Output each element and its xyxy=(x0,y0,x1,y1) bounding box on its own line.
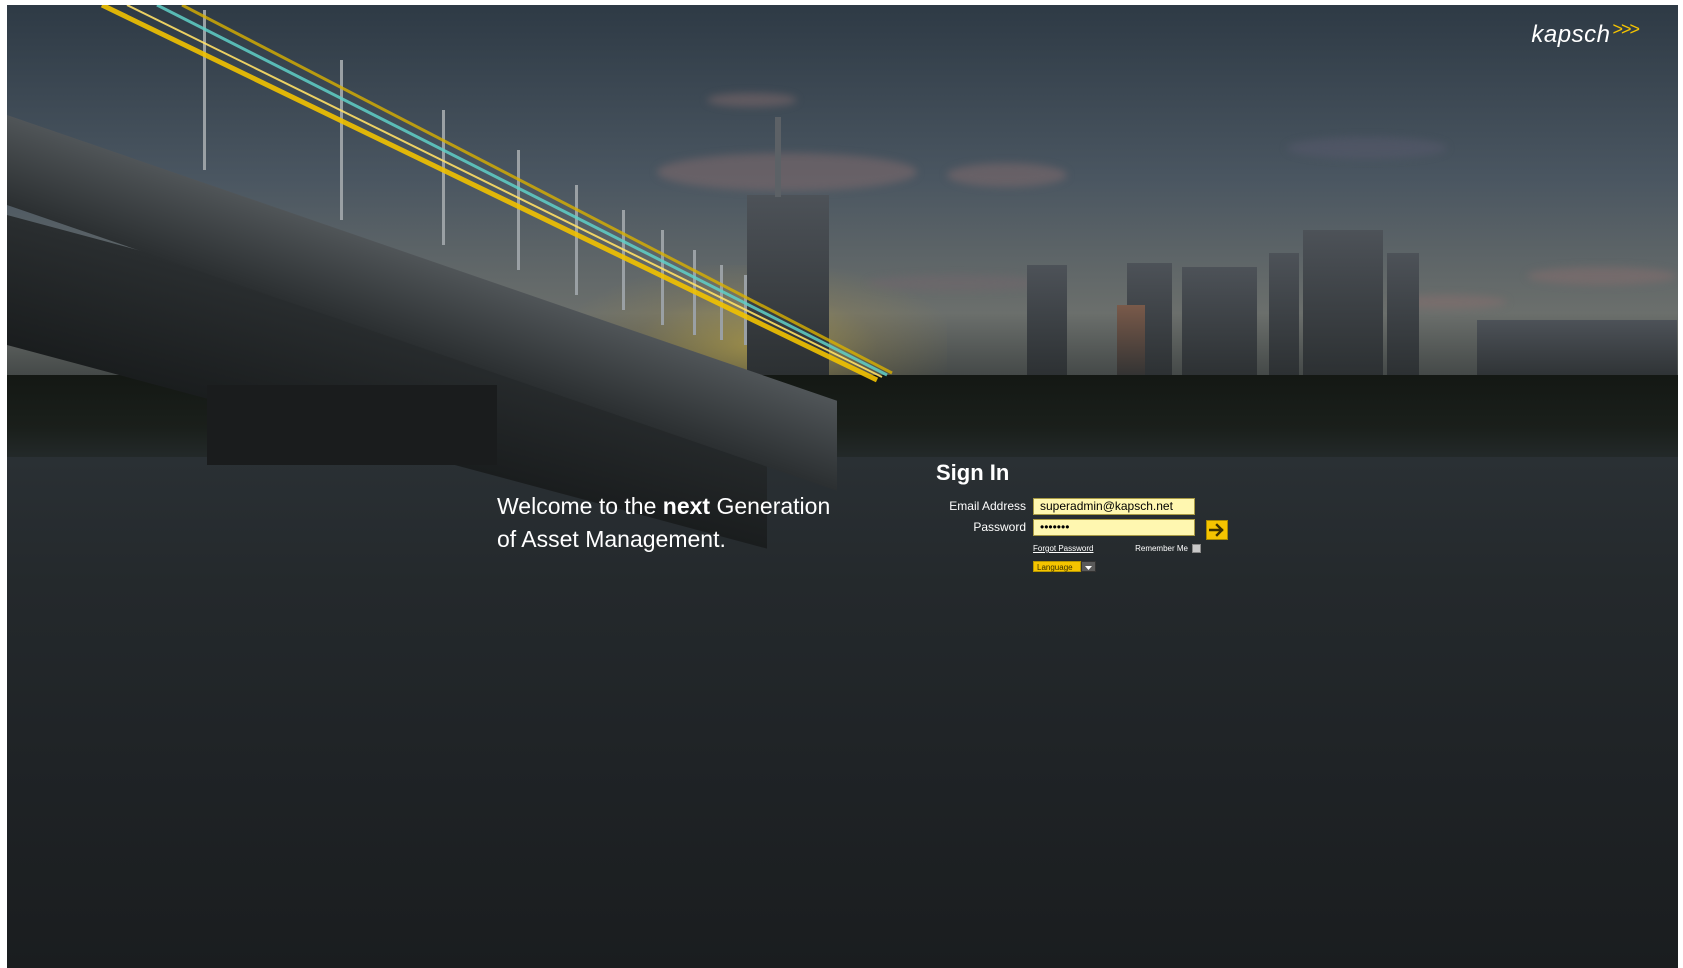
welcome-text-bold: next xyxy=(662,493,711,519)
building xyxy=(1182,267,1257,385)
welcome-message: Welcome to the next Generation of Asset … xyxy=(497,490,897,556)
signin-title: Sign In xyxy=(936,460,1010,485)
forgot-password-link[interactable]: Forgot Password xyxy=(1033,544,1093,553)
building xyxy=(1117,305,1145,385)
light-trails xyxy=(100,5,893,383)
welcome-text-post: Generation xyxy=(710,493,831,519)
cloud xyxy=(1287,137,1447,159)
kapsch-logo: kapsch >>> xyxy=(1531,18,1640,49)
password-label: Password xyxy=(973,520,1026,534)
remember-me-checkbox[interactable] xyxy=(1192,544,1201,553)
building xyxy=(1269,253,1299,385)
email-row: Email Address xyxy=(927,496,1237,516)
language-select[interactable]: Language xyxy=(1033,561,1096,572)
sign-in-button[interactable] xyxy=(1206,520,1228,540)
welcome-text-line2: of Asset Management. xyxy=(497,526,726,552)
signin-form: Sign In Email Address Password Forgot Pa… xyxy=(927,460,1237,572)
welcome-text-pre: Welcome to the xyxy=(497,493,663,519)
bridge-pier xyxy=(207,385,497,465)
signin-options: Forgot Password Remember Me xyxy=(1033,544,1201,553)
email-label: Email Address xyxy=(949,499,1026,513)
password-row: Password xyxy=(927,517,1237,537)
logo-chevrons-icon: >>> xyxy=(1612,18,1640,39)
password-field[interactable] xyxy=(1033,518,1195,536)
remember-me-label: Remember Me xyxy=(1135,544,1188,553)
remember-me: Remember Me xyxy=(1135,544,1201,553)
cloud xyxy=(947,163,1067,187)
building xyxy=(1303,230,1383,385)
login-page: kapsch >>> Welcome to the next Generatio… xyxy=(7,5,1678,968)
building xyxy=(1387,253,1419,385)
chevron-down-icon xyxy=(1081,561,1096,572)
arrow-right-icon xyxy=(1209,523,1224,537)
email-field[interactable] xyxy=(1033,497,1195,515)
building xyxy=(1027,265,1067,385)
cloud xyxy=(1527,267,1677,285)
logo-text: kapsch xyxy=(1531,21,1611,48)
language-select-label: Language xyxy=(1033,561,1081,572)
